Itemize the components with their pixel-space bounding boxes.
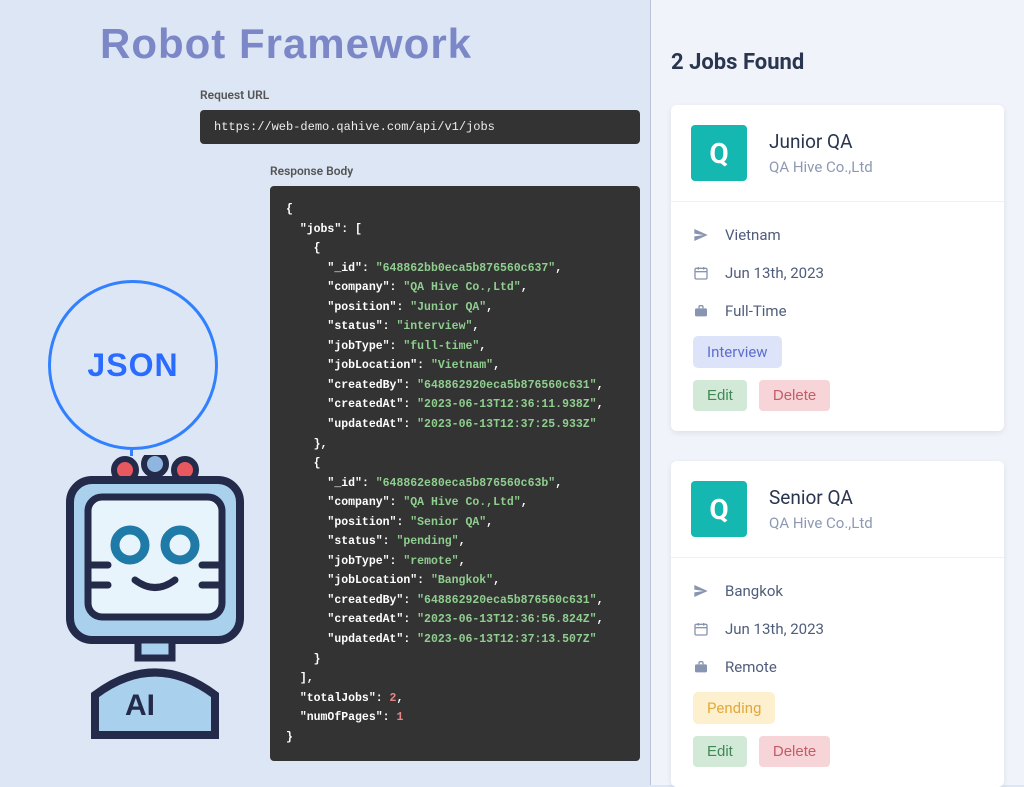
edit-button[interactable]: Edit [693,380,747,411]
response-body-label: Response Body [270,164,640,178]
jobs-found-heading: 2 Jobs Found [671,50,1004,75]
job-title: Senior QA [769,486,873,509]
briefcase-icon [693,659,711,675]
job-company: QA Hive Co.,Ltd [769,158,873,176]
calendar-icon [693,621,711,637]
briefcase-icon [693,303,711,319]
job-type: Remote [725,658,777,676]
location-icon [693,583,711,599]
robot-illustration: AI [40,455,250,755]
calendar-icon [693,265,711,281]
location-icon [693,227,711,243]
json-bubble: JSON [48,280,218,450]
response-body-code: { "jobs": [ { "_id": "648862bb0eca5b8765… [270,186,640,761]
job-avatar: Q [691,125,747,181]
job-type: Full-Time [725,302,787,320]
svg-text:AI: AI [125,689,155,722]
job-title: Junior QA [769,130,873,153]
request-url-box: https://web-demo.qahive.com/api/v1/jobs [200,110,640,144]
json-bubble-label: JSON [87,347,178,384]
delete-button[interactable]: Delete [759,380,830,411]
page-title: Robot Framework [100,20,640,68]
job-company: QA Hive Co.,Ltd [769,514,873,532]
job-date: Jun 13th, 2023 [725,264,824,282]
job-avatar: Q [691,481,747,537]
job-location: Bangkok [725,582,783,600]
delete-button[interactable]: Delete [759,736,830,767]
job-card: Q Junior QA QA Hive Co.,Ltd Vietnam Jun 13th… [671,105,1004,431]
job-date: Jun 13th, 2023 [725,620,824,638]
request-url-label: Request URL [200,88,640,102]
job-card: Q Senior QA QA Hive Co.,Ltd Bangkok Jun 13th… [671,461,1004,787]
status-badge: Pending [693,692,775,724]
status-badge: Interview [693,336,782,368]
edit-button[interactable]: Edit [693,736,747,767]
job-location: Vietnam [725,226,781,244]
